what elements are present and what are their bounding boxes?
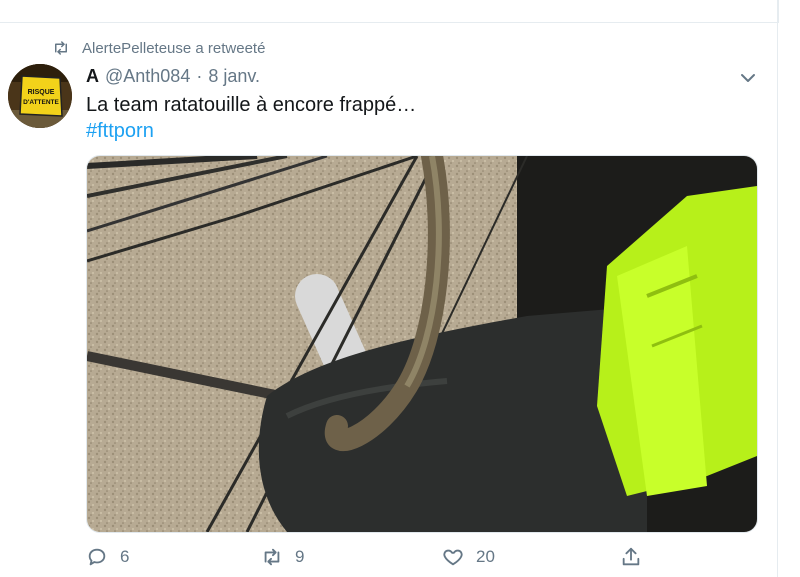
- tweet-media-photo[interactable]: [86, 155, 758, 533]
- reply-icon: [88, 548, 106, 566]
- share-icon: [622, 547, 640, 566]
- more-options-button[interactable]: [736, 66, 760, 90]
- previous-tweet-divider: [0, 0, 779, 23]
- tweet-text: La team ratatouille à encore frappé…: [86, 94, 417, 116]
- timeline-border: [777, 0, 778, 577]
- author-name[interactable]: A: [86, 66, 99, 87]
- like-count: 20: [476, 547, 495, 566]
- retweet-context[interactable]: AlertePelleteuse a retweeté: [52, 38, 265, 58]
- reply-button[interactable]: 6: [86, 546, 129, 568]
- retweet-icon: [55, 41, 67, 55]
- retweet-button[interactable]: 9: [261, 546, 304, 568]
- retweet-context-label: AlertePelleteuse a retweeté: [82, 39, 266, 57]
- share-button[interactable]: [620, 546, 654, 568]
- svg-text:D'ATTENTE: D'ATTENTE: [23, 99, 59, 106]
- retweet-count: 9: [295, 547, 305, 566]
- svg-text:RISQUE: RISQUE: [28, 89, 55, 96]
- avatar[interactable]: RISQUE D'ATTENTE: [8, 64, 72, 128]
- retweet-icon: [264, 548, 280, 566]
- author-handle[interactable]: @Anth084: [105, 66, 190, 87]
- header-separator: ·: [196, 65, 203, 86]
- tweet-date[interactable]: 8 janv.: [208, 66, 260, 87]
- tweet-actions: 6 9 20: [86, 546, 656, 574]
- hashtag-link[interactable]: #fttporn: [86, 118, 154, 144]
- caret-down-icon: [741, 74, 755, 82]
- tweet-header: A @Anth084 · 8 janv.: [86, 64, 260, 88]
- reply-count: 6: [120, 547, 130, 566]
- like-button[interactable]: 20: [442, 546, 495, 568]
- like-icon: [443, 549, 463, 566]
